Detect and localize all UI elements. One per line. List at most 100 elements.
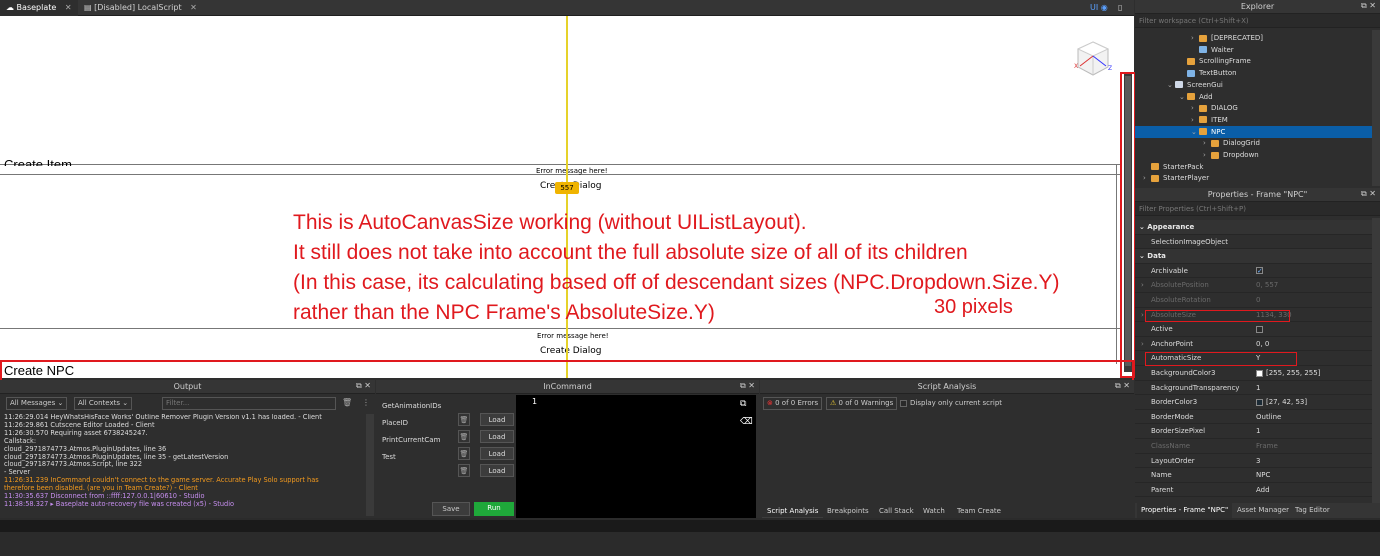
warnings-filter[interactable]: ⚠ 0 of 0 Warnings — [826, 397, 898, 410]
property-row[interactable]: AbsoluteRotation 0 — [1135, 293, 1372, 308]
explorer-item[interactable]: ⌄ ScreenGui — [1135, 79, 1372, 91]
save-button[interactable]: Save — [432, 502, 470, 516]
property-row[interactable]: BackgroundColor3 [255, 255, 255] — [1135, 366, 1372, 381]
explorer-item[interactable]: TextButton — [1135, 67, 1372, 79]
tab-call-stack[interactable]: Call Stack — [874, 504, 919, 518]
expand-chevron-icon[interactable]: › — [1203, 137, 1211, 149]
property-section[interactable]: ⌄ Data — [1135, 249, 1372, 264]
tab-baseplate[interactable]: ☁ Baseplate ✕ — [0, 0, 78, 16]
expand-chevron-icon[interactable]: › — [1191, 114, 1199, 126]
property-value[interactable]: [27, 42, 53] — [1256, 395, 1307, 409]
expand-chevron-icon[interactable]: ⌄ — [1167, 79, 1175, 91]
property-value[interactable]: 0, 0 — [1256, 337, 1269, 351]
close-icon[interactable]: ✕ — [190, 3, 197, 12]
explorer-item[interactable]: › Dropdown — [1135, 149, 1372, 161]
property-value[interactable]: 0, 557 — [1256, 278, 1278, 292]
explorer-item[interactable]: › DialogGrid — [1135, 137, 1372, 149]
explorer-item[interactable]: › StarterPlayer — [1135, 172, 1372, 184]
property-row[interactable]: BackgroundTransparency 1 — [1135, 381, 1372, 396]
checkbox-icon[interactable]: ✓ — [1256, 267, 1263, 275]
errors-filter[interactable]: ⊗ 0 of 0 Errors — [763, 397, 823, 410]
properties-filter-input[interactable]: Filter Properties (Ctrl+Shift+P) — [1135, 202, 1380, 216]
explorer-item[interactable]: StarterPack — [1135, 161, 1372, 173]
close-icon[interactable]: ✕ — [65, 3, 72, 12]
tab-asset-manager[interactable]: Asset Manager — [1233, 503, 1293, 518]
explorer-item[interactable]: ⌄ Add — [1135, 91, 1372, 103]
property-row[interactable]: › AnchorPoint 0, 0 — [1135, 337, 1372, 352]
tab-localscript[interactable]: ▤ [Disabled] LocalScript ✕ — [78, 0, 203, 16]
color-swatch[interactable] — [1256, 398, 1263, 406]
expand-chevron-icon[interactable]: › — [1191, 32, 1199, 44]
property-value[interactable] — [1256, 322, 1266, 336]
property-row[interactable]: BorderColor3 [27, 42, 53] — [1135, 395, 1372, 410]
game-viewport[interactable]: Create Item Error message here! Create D… — [0, 16, 1134, 378]
expand-chevron-icon[interactable]: › — [1141, 278, 1144, 292]
panel-controls[interactable]: ⧉ ✕ — [740, 381, 755, 391]
output-filter-input[interactable]: Filter... — [162, 397, 336, 410]
view-cube-icon[interactable]: X Z — [1072, 38, 1114, 80]
property-value[interactable]: ✓ — [1256, 264, 1266, 278]
run-button[interactable]: Run — [474, 502, 514, 516]
explorer-item[interactable]: › DIALOG — [1135, 102, 1372, 114]
messages-filter-dropdown[interactable]: All Messages ⌄ — [6, 397, 68, 410]
more-options-icon[interactable]: ⋮ — [362, 398, 370, 407]
property-row[interactable]: Parent Add — [1135, 483, 1372, 498]
color-swatch[interactable] — [1256, 369, 1263, 377]
property-row[interactable]: BorderMode Outline — [1135, 410, 1372, 425]
explorer-item[interactable]: › [DEPRECATED] — [1135, 32, 1372, 44]
output-scrollbar[interactable] — [366, 414, 374, 516]
property-value[interactable]: NPC — [1256, 468, 1270, 482]
create-item-label[interactable]: Create Item — [4, 158, 72, 166]
property-value[interactable]: Outline — [1256, 410, 1281, 424]
command-bar[interactable] — [0, 520, 1380, 532]
property-value[interactable]: 1 — [1256, 424, 1260, 438]
expand-chevron-icon[interactable]: ⌄ — [1179, 91, 1187, 103]
tab-breakpoints[interactable]: Breakpoints — [822, 504, 874, 518]
property-row[interactable]: LayoutOrder 3 — [1135, 454, 1372, 469]
checkbox-icon[interactable] — [1256, 325, 1263, 333]
explorer-item[interactable]: › ITEM — [1135, 114, 1372, 126]
properties-scrollbar[interactable] — [1372, 218, 1380, 503]
property-value[interactable]: [255, 255, 255] — [1256, 366, 1320, 380]
tab-watch[interactable]: Watch — [918, 504, 950, 518]
explorer-item[interactable]: Waiter — [1135, 44, 1372, 56]
display-only-current-checkbox[interactable]: Display only current script — [900, 399, 1002, 407]
clear-output-icon[interactable]: 🗑 — [342, 398, 352, 407]
load-button[interactable]: Load — [480, 464, 514, 477]
popout-icon[interactable]: ⧉ — [740, 399, 746, 409]
tab-properties[interactable]: Properties - Frame "NPC" — [1137, 503, 1233, 518]
property-row[interactable]: Archivable ✓ — [1135, 264, 1372, 279]
property-value[interactable]: 0 — [1256, 293, 1260, 307]
ui-toggle[interactable]: UI ◉ — [1084, 0, 1114, 16]
property-value[interactable]: 3 — [1256, 454, 1260, 468]
property-row[interactable]: Active — [1135, 322, 1372, 337]
device-icon[interactable]: ▯ — [1112, 0, 1128, 16]
explorer-item[interactable]: ⌄ NPC — [1135, 125, 1372, 138]
explorer-item[interactable]: ScrollingFrame — [1135, 55, 1372, 67]
property-row[interactable]: Name NPC — [1135, 468, 1372, 483]
property-value[interactable]: Frame — [1256, 439, 1278, 453]
eraser-icon[interactable]: ⌫ — [740, 417, 753, 427]
panel-controls[interactable]: ⧉ ✕ — [1115, 381, 1130, 391]
code-editor[interactable]: 1 ⧉ ⌫ — [516, 395, 756, 519]
expand-chevron-icon[interactable]: › — [1141, 308, 1144, 322]
expand-chevron-icon[interactable]: › — [1141, 337, 1144, 351]
panel-controls[interactable]: ⧉ ✕ — [1361, 189, 1376, 199]
property-row[interactable]: SelectionImageObject — [1135, 235, 1372, 250]
panel-controls[interactable]: ⧉ ✕ — [356, 381, 371, 391]
property-section[interactable]: ⌄ Appearance — [1135, 220, 1372, 235]
expand-chevron-icon[interactable]: › — [1191, 102, 1199, 114]
expand-chevron-icon[interactable]: › — [1203, 149, 1211, 161]
property-value[interactable]: Add — [1256, 483, 1270, 497]
tab-team-create[interactable]: Team Create — [952, 504, 1006, 518]
contexts-filter-dropdown[interactable]: All Contexts ⌄ — [74, 397, 133, 410]
explorer-scrollbar[interactable] — [1372, 30, 1380, 186]
delete-command-icon[interactable]: 🗑 — [458, 464, 470, 477]
tab-script-analysis[interactable]: Script Analysis — [762, 504, 824, 518]
property-value[interactable]: 1 — [1256, 381, 1260, 395]
panel-controls[interactable]: ⧉ ✕ — [1361, 1, 1376, 11]
expand-chevron-icon[interactable]: › — [1143, 172, 1151, 184]
create-dialog-bottom-label[interactable]: Create Dialog — [540, 346, 601, 356]
property-row[interactable]: ClassName Frame — [1135, 439, 1372, 454]
tab-tag-editor[interactable]: Tag Editor — [1291, 503, 1334, 518]
